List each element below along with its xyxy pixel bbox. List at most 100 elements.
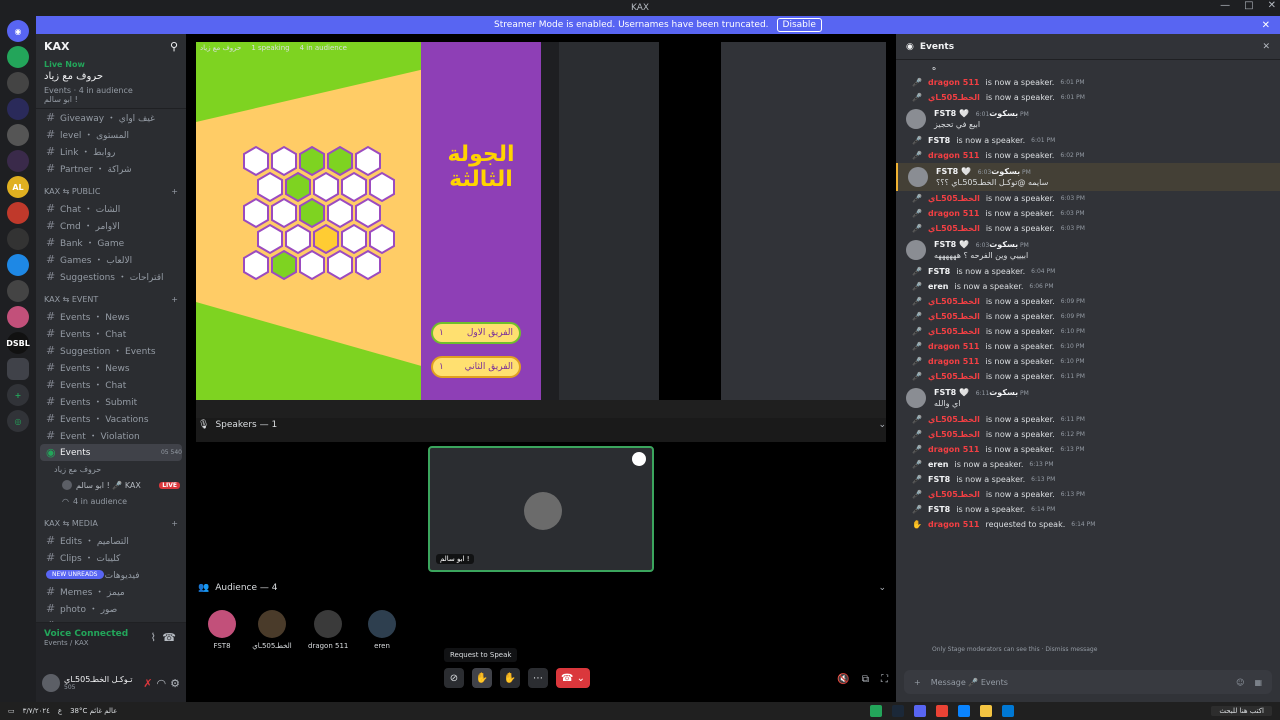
raise-hand-button[interactable]: ✋ bbox=[500, 668, 520, 688]
taskbar-language[interactable]: ع bbox=[58, 707, 62, 715]
discord-icon[interactable] bbox=[914, 705, 926, 717]
audience-member[interactable]: FST8 bbox=[202, 610, 242, 650]
message-user[interactable]: eren bbox=[928, 460, 949, 469]
edge-icon[interactable] bbox=[1002, 705, 1014, 717]
screen-share-stream[interactable]: الجولة الثالثة ١ الفريق الاول ١ الفريق الث… bbox=[196, 42, 886, 442]
audience-member[interactable]: الخطـ505ـاي bbox=[252, 610, 292, 650]
message-user[interactable]: الخطـ505ـاي bbox=[928, 415, 980, 424]
channel-item[interactable]: # Memes ・ ميمز bbox=[36, 583, 186, 600]
app-icon[interactable] bbox=[870, 705, 882, 717]
server-header[interactable]: KAX ⚲ bbox=[36, 34, 186, 58]
channel-item[interactable]: # Events ・ Chat bbox=[36, 376, 186, 393]
message-user[interactable]: dragon 511 bbox=[928, 78, 979, 87]
channel-item[interactable]: # Events ・ Vacations bbox=[36, 410, 186, 427]
channel-item[interactable]: # Partner ・ شراكة bbox=[36, 160, 186, 177]
message-user[interactable]: الخطـ505ـاي bbox=[928, 430, 980, 439]
channel-item[interactable]: # Clips ・ كليبات bbox=[36, 549, 186, 566]
channel-item[interactable]: # Bank ・ Game bbox=[36, 234, 186, 251]
message-user[interactable]: dragon 511 bbox=[928, 445, 979, 454]
message-user[interactable]: الخطـ505ـاي bbox=[928, 327, 980, 336]
apps-icon[interactable]: ▦ bbox=[1254, 678, 1262, 687]
channel-item[interactable]: # Events ・ Submit bbox=[36, 393, 186, 410]
server-icon[interactable] bbox=[7, 280, 29, 302]
channel-item[interactable]: # Cmd ・ الاوامر bbox=[36, 217, 186, 234]
message-user[interactable]: dragon 511 bbox=[928, 342, 979, 351]
channel-item[interactable]: # Chat ・ الشات bbox=[36, 200, 186, 217]
taskbar-search[interactable]: اكتب هنا للبحث bbox=[1211, 706, 1272, 716]
gear-icon[interactable]: ⚙ bbox=[170, 677, 180, 690]
request-to-speak-button[interactable]: ✋ bbox=[472, 668, 492, 688]
mute-icon[interactable]: ✗ bbox=[143, 677, 152, 690]
close-window-button[interactable]: ✕ bbox=[1268, 0, 1276, 11]
voice-location[interactable]: Events / KAX bbox=[44, 639, 178, 647]
message-user[interactable]: الخطـ505ـاي bbox=[928, 490, 980, 499]
channel-item[interactable]: # Events ・ News bbox=[36, 308, 186, 325]
headphones-icon[interactable]: ◠ bbox=[157, 677, 167, 690]
server-icon[interactable] bbox=[7, 150, 29, 172]
category-media[interactable]: KAX ⇆ MEDIA + bbox=[36, 515, 186, 532]
home-icon[interactable]: ◉ bbox=[7, 20, 29, 42]
message-user[interactable]: الخطـ505ـاي bbox=[928, 194, 980, 203]
server-icon[interactable]: DSBL bbox=[6, 332, 30, 354]
popout-icon[interactable]: ⧉ bbox=[862, 674, 869, 685]
steam-icon[interactable] bbox=[892, 705, 904, 717]
channel-item[interactable]: # level ・ المستوى bbox=[36, 126, 186, 143]
server-icon[interactable] bbox=[7, 306, 29, 328]
avatar[interactable] bbox=[906, 240, 926, 260]
channel-item[interactable]: # Suggestions ・ اقتراحات bbox=[36, 268, 186, 285]
server-icon[interactable] bbox=[7, 228, 29, 250]
disable-streamer-mode-button[interactable]: Disable bbox=[776, 18, 822, 32]
category-public[interactable]: KAX ⇆ PUBLIC + bbox=[36, 183, 186, 200]
add-member-icon[interactable]: ⚲ bbox=[170, 40, 178, 53]
more-options-button[interactable]: ⋯ bbox=[528, 668, 548, 688]
audience-section-header[interactable]: 👥 Audience — 4 ⌄ bbox=[198, 583, 886, 593]
channel-item[interactable]: # Event ・ Violation bbox=[36, 427, 186, 444]
message-user[interactable]: FST8 bbox=[928, 136, 950, 145]
speaker-tile[interactable]: ابو سالم ! bbox=[428, 446, 654, 572]
stream-icon[interactable] bbox=[632, 452, 646, 466]
volume-icon[interactable]: 🔇 bbox=[837, 674, 849, 685]
message-user[interactable]: FST8 bbox=[928, 267, 950, 276]
channel-item[interactable]: # Giveaway ・ غيف اواي bbox=[36, 109, 186, 126]
speakers-section-header[interactable]: 🎙 Speakers — 1 ⌄ bbox=[198, 420, 886, 430]
chevron-down-icon[interactable]: ⌄ bbox=[878, 583, 886, 593]
server-icon[interactable] bbox=[7, 124, 29, 146]
add-attachment-icon[interactable]: + bbox=[914, 678, 921, 687]
add-channel-icon[interactable]: + bbox=[171, 187, 178, 196]
notifications-icon[interactable]: ▭ bbox=[8, 707, 15, 715]
message-user[interactable]: dragon 511 bbox=[928, 209, 979, 218]
message-user[interactable]: dragon 511 bbox=[928, 520, 979, 529]
add-server-icon[interactable]: + bbox=[7, 384, 29, 406]
chrome-icon[interactable] bbox=[936, 705, 948, 717]
close-icon[interactable]: ✕ bbox=[1262, 42, 1270, 52]
message-user[interactable]: الخطـ505ـاي bbox=[928, 297, 980, 306]
channel-item[interactable]: # Events ・ News bbox=[36, 359, 186, 376]
file-explorer-icon[interactable] bbox=[980, 705, 992, 717]
server-icon[interactable] bbox=[7, 202, 29, 224]
avatar[interactable] bbox=[906, 388, 926, 408]
message-user[interactable]: FST8 bbox=[928, 505, 950, 514]
add-channel-icon[interactable]: + bbox=[171, 295, 178, 304]
audience-member[interactable]: eren bbox=[362, 610, 402, 650]
server-icon[interactable] bbox=[7, 254, 29, 276]
message-user[interactable]: الخطـ505ـاي bbox=[928, 372, 980, 381]
channel-item[interactable]: # photo ・ صور bbox=[36, 600, 186, 617]
channel-item[interactable]: # Games ・ الالعاب bbox=[36, 251, 186, 268]
server-icon[interactable] bbox=[7, 98, 29, 120]
avatar[interactable] bbox=[906, 109, 926, 129]
new-unreads-pill[interactable]: NEW UNREADS bbox=[46, 570, 104, 579]
message-user[interactable]: الخطـ505ـاي bbox=[928, 312, 980, 321]
avatar[interactable] bbox=[42, 674, 60, 692]
message-user[interactable]: dragon 511 bbox=[928, 151, 979, 160]
leave-stage-button[interactable]: ☎ ⌄ bbox=[556, 668, 590, 688]
category-event[interactable]: KAX ⇆ EVENT + bbox=[36, 291, 186, 308]
message-user[interactable]: dragon 511 bbox=[928, 357, 979, 366]
message-user[interactable]: eren bbox=[928, 282, 949, 291]
add-channel-icon[interactable]: + bbox=[171, 519, 178, 528]
stage-host-row[interactable]: ابو سالم ! 🎤 KAX LIVE bbox=[36, 477, 186, 493]
server-icon[interactable] bbox=[7, 358, 29, 380]
chevron-down-icon[interactable]: ⌄ bbox=[878, 420, 886, 430]
maximize-button[interactable]: □ bbox=[1244, 0, 1253, 11]
emoji-icon[interactable]: ☺ bbox=[1236, 678, 1244, 687]
fullscreen-icon[interactable]: ⛶ bbox=[881, 674, 888, 685]
